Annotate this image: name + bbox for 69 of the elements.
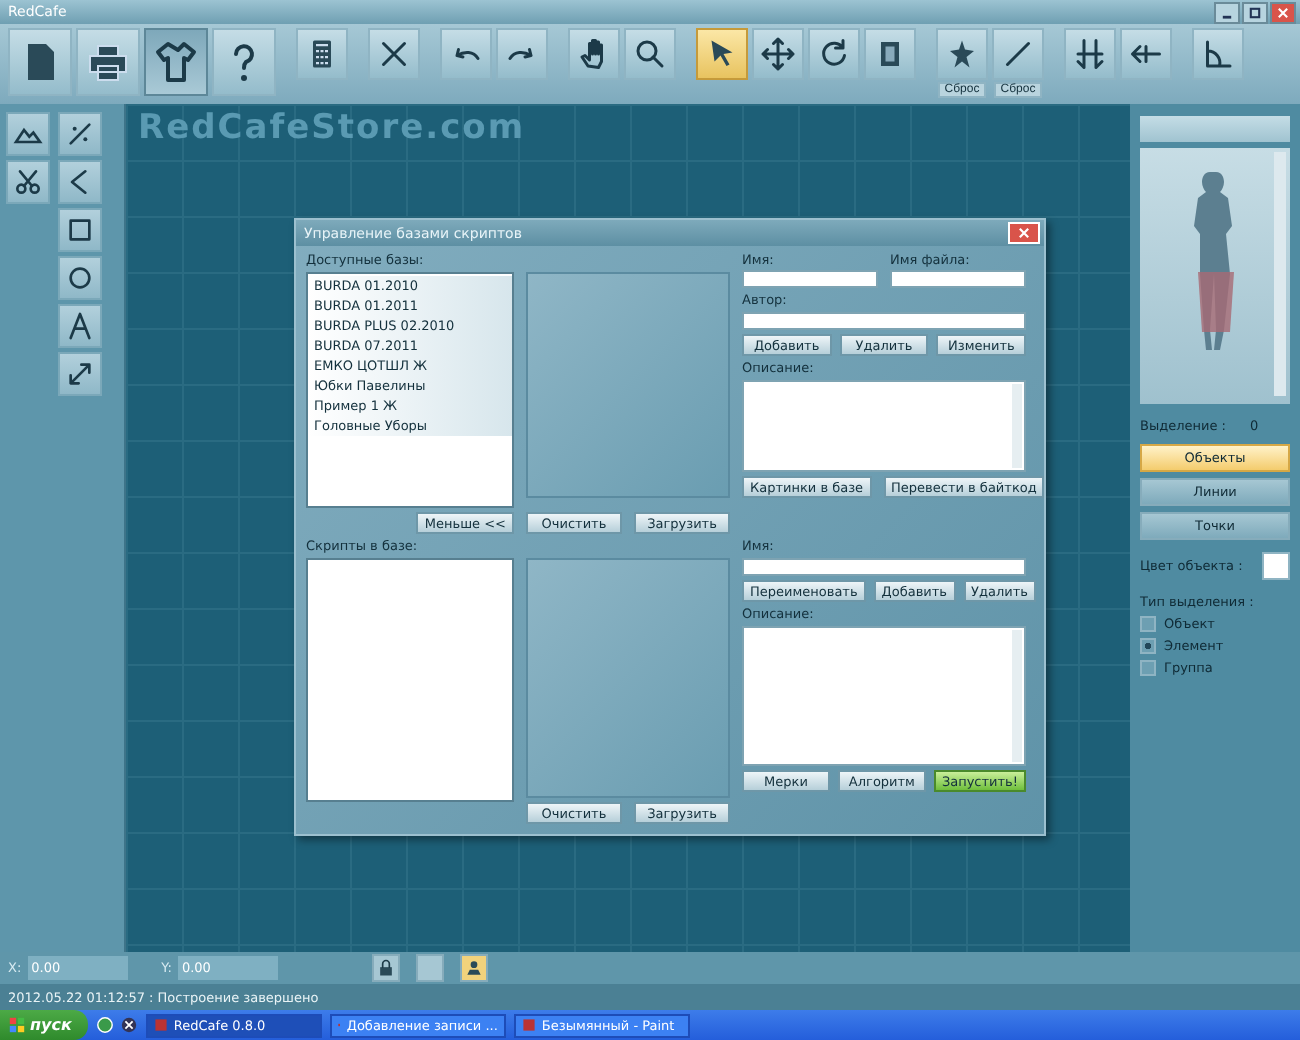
- tool-button[interactable]: [752, 28, 804, 80]
- tool-button[interactable]: [1192, 28, 1244, 80]
- tool-button[interactable]: [6, 112, 50, 156]
- maximize-icon: [1246, 5, 1264, 19]
- canvas-watermark: RedCafeStore.com: [138, 108, 526, 148]
- angle-icon: [1200, 36, 1236, 72]
- description-field[interactable]: [742, 380, 1026, 472]
- tool-button[interactable]: [76, 28, 140, 96]
- tool-button[interactable]: [992, 28, 1044, 80]
- tool-button[interactable]: [496, 28, 548, 80]
- tool-button[interactable]: [8, 28, 72, 96]
- tool-button[interactable]: [58, 112, 102, 156]
- tool-button[interactable]: [459, 954, 488, 982]
- ruler-icon: [1000, 36, 1036, 72]
- tool-button[interactable]: [936, 28, 988, 80]
- tool-button[interactable]: [58, 304, 102, 348]
- move-icon: [760, 36, 796, 72]
- tool-button[interactable]: [864, 28, 916, 80]
- circle-icon: [64, 262, 96, 294]
- scissors-icon: [12, 166, 44, 198]
- close-icon: [1274, 5, 1292, 19]
- tool-button[interactable]: [58, 208, 102, 252]
- tool-button[interactable]: [212, 28, 276, 96]
- close-icon: [1016, 226, 1032, 240]
- tool-button[interactable]: [568, 28, 620, 80]
- tool-button[interactable]: [624, 28, 676, 80]
- name-field[interactable]: [742, 558, 1026, 576]
- close-button[interactable]: [1270, 1, 1296, 23]
- split-arrows-icon: [1072, 36, 1108, 72]
- tool-button[interactable]: [144, 28, 208, 96]
- filename-field[interactable]: [890, 270, 1026, 288]
- start-button[interactable]: пуск: [0, 1010, 88, 1040]
- author-field[interactable]: [742, 312, 1026, 330]
- pin-icon: [463, 958, 484, 978]
- scrollbar[interactable]: [1012, 630, 1022, 762]
- cross-icon: [376, 36, 412, 72]
- tool-button[interactable]: [1120, 28, 1172, 80]
- checkbox[interactable]: [1140, 616, 1156, 632]
- tool-button[interactable]: [808, 28, 860, 80]
- flag-icon: [8, 1016, 26, 1034]
- scrollbar[interactable]: [1274, 152, 1286, 396]
- tool-button[interactable]: [371, 954, 400, 982]
- tool-button[interactable]: [440, 28, 492, 80]
- maximize-button[interactable]: [1242, 1, 1268, 23]
- cross-circle-icon[interactable]: [119, 1016, 138, 1034]
- letter-a-icon: [64, 310, 96, 342]
- checkbox[interactable]: [1140, 638, 1156, 654]
- name-field[interactable]: [742, 270, 878, 288]
- shirt-icon: [152, 36, 200, 88]
- tool-button[interactable]: [6, 160, 50, 204]
- diagonal-arrow-icon: [64, 358, 96, 390]
- description-field[interactable]: [742, 626, 1026, 766]
- tool-button[interactable]: [58, 160, 102, 204]
- line-icon: [64, 118, 96, 150]
- globe-icon[interactable]: [95, 1016, 114, 1034]
- tool-button[interactable]: [58, 352, 102, 396]
- square-icon: [64, 214, 96, 246]
- minimize-button[interactable]: [1214, 1, 1240, 23]
- color-swatch[interactable]: [1262, 552, 1290, 580]
- tool-button[interactable]: [1064, 28, 1116, 80]
- lock-icon: [375, 958, 396, 978]
- tool-button[interactable]: [58, 256, 102, 300]
- tool-button[interactable]: [368, 28, 420, 80]
- tool-button[interactable]: [296, 28, 348, 80]
- scrollbar[interactable]: [1012, 384, 1022, 468]
- search-icon: [632, 36, 668, 72]
- tool-button[interactable]: [696, 28, 748, 80]
- checkbox[interactable]: [1140, 660, 1156, 676]
- rotate-icon: [816, 36, 852, 72]
